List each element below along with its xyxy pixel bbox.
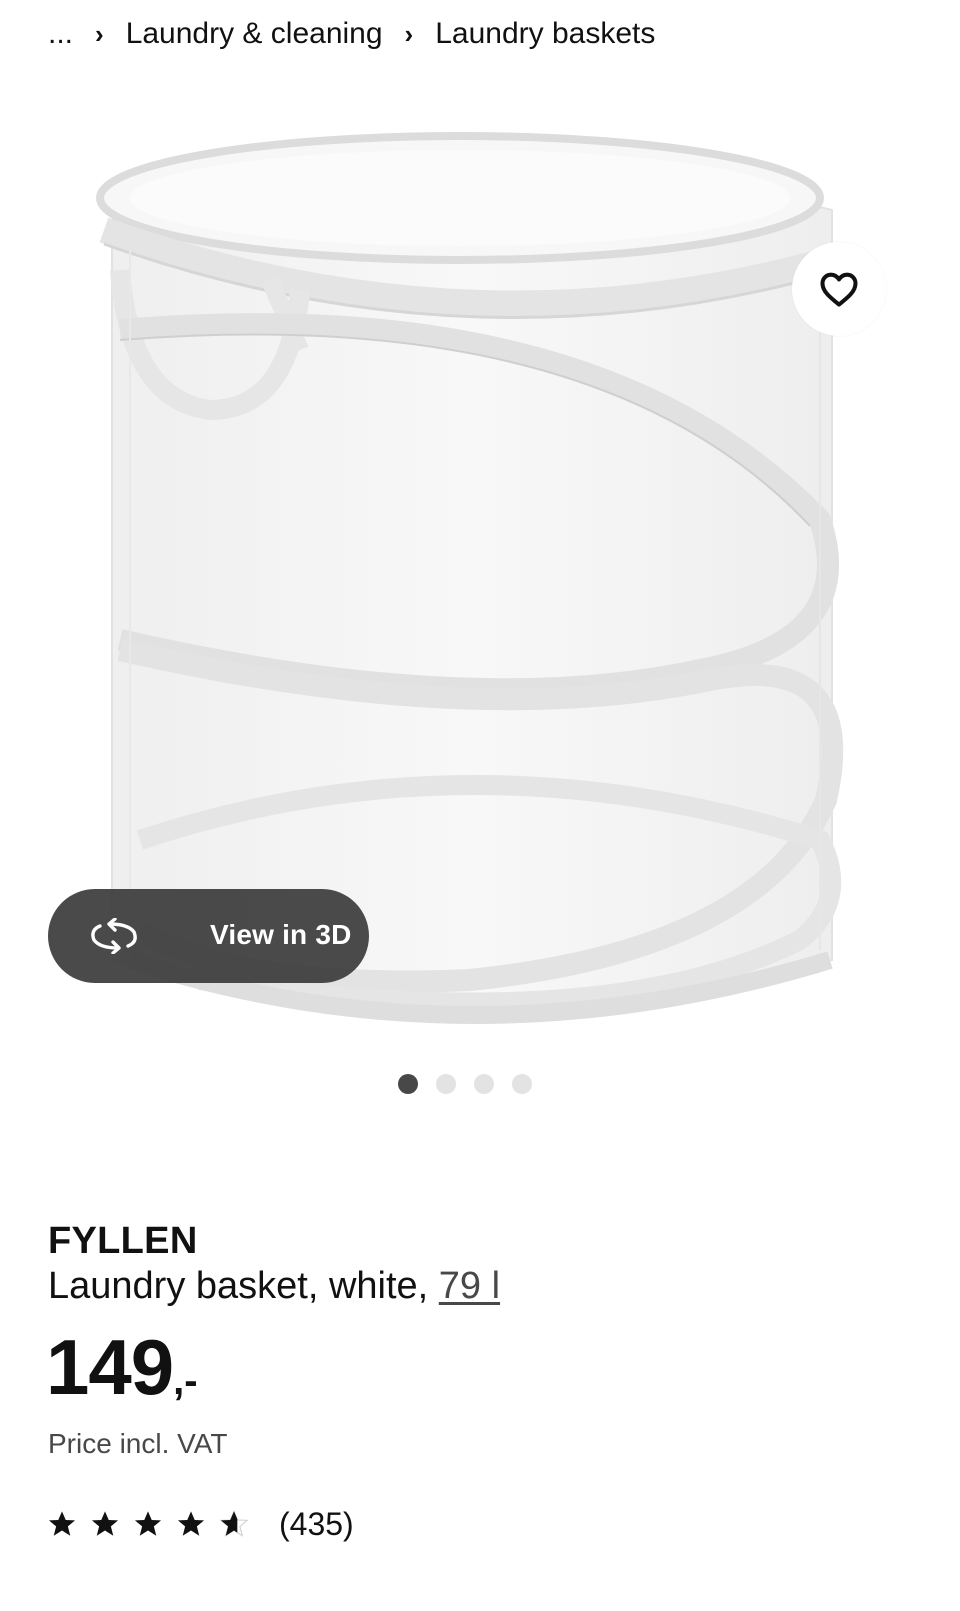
view-in-3d-label: View in 3D [210, 919, 352, 950]
breadcrumb-ellipsis[interactable]: ... [48, 17, 73, 51]
breadcrumb-item-laundry-cleaning[interactable]: Laundry & cleaning [126, 17, 383, 51]
gallery-dot-1[interactable] [398, 1074, 418, 1094]
heart-icon [820, 272, 858, 307]
star-icon [91, 1511, 119, 1536]
price-suffix: ,- [173, 1359, 198, 1403]
product-name: FYLLEN [48, 1220, 198, 1262]
price-main: 149 [46, 1323, 174, 1411]
gallery-dot-2[interactable] [436, 1074, 456, 1094]
product-rating[interactable]: (435) [46, 1502, 354, 1546]
rating-stars [46, 1508, 261, 1540]
product-description-text: Laundry basket, white, [48, 1265, 439, 1307]
price-vat-note: Price incl. VAT [48, 1428, 228, 1459]
breadcrumb-item-laundry-baskets[interactable]: Laundry baskets [435, 17, 655, 51]
product-description: Laundry basket, white, 79 l [48, 1265, 500, 1308]
star-icon [48, 1511, 76, 1536]
rotate-3d-icon [91, 918, 137, 954]
chevron-right-icon: › [95, 18, 104, 49]
product-size-link[interactable]: 79 l [439, 1265, 500, 1307]
star-icon [134, 1511, 162, 1536]
gallery-dot-4[interactable] [512, 1074, 532, 1094]
review-count: (435) [279, 1505, 354, 1542]
product-price: 149,- [46, 1328, 198, 1406]
star-icon [177, 1511, 205, 1536]
view-in-3d-button[interactable]: View in 3D [48, 889, 369, 983]
favorite-button[interactable] [792, 242, 886, 336]
chevron-right-icon: › [404, 18, 414, 49]
gallery-dot-3[interactable] [474, 1074, 494, 1094]
star-half-icon [219, 1509, 249, 1537]
breadcrumb: ... › Laundry & cleaning › Laundry baske… [48, 12, 655, 56]
gallery-pagination [398, 1073, 550, 1095]
